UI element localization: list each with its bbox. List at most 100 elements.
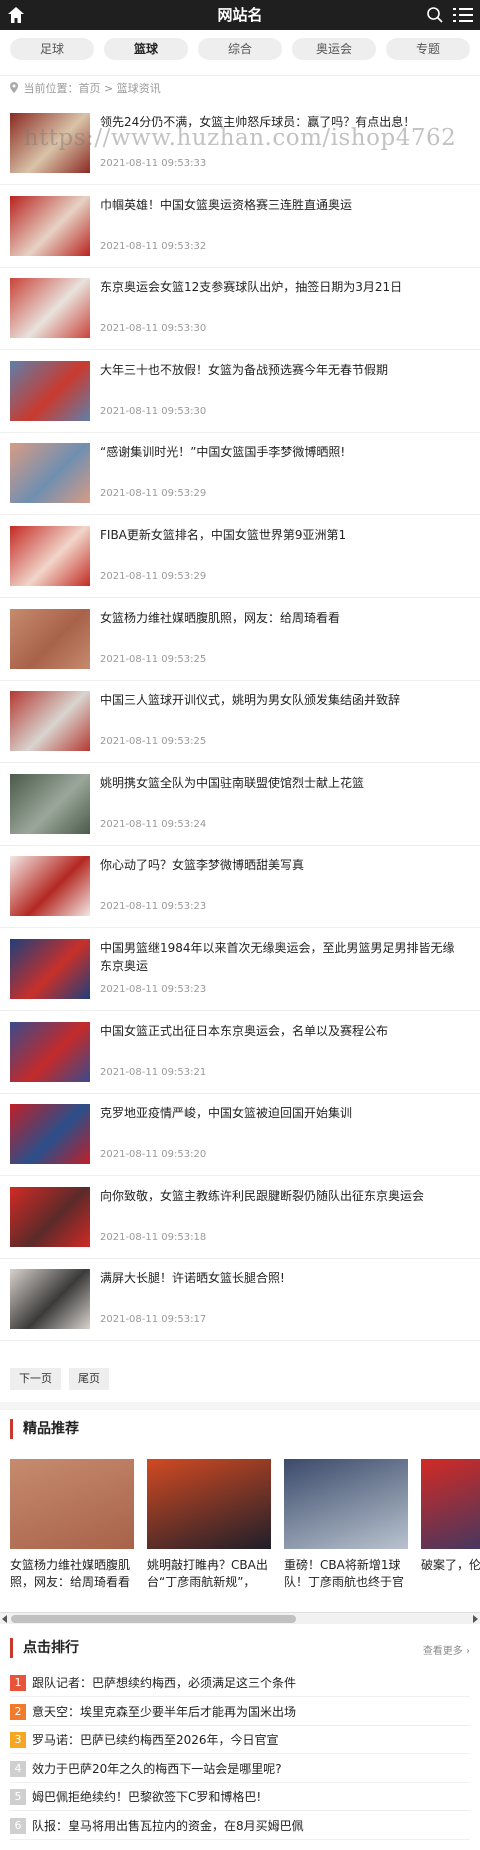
list-item[interactable]: 姚明携女篮全队为中国驻南联盟使馆烈士献上花篮 2021-08-11 09:53:2… <box>0 764 480 846</box>
rank-number: 3 <box>10 1732 26 1748</box>
list-item[interactable]: 领先24分仍不满，女篮主帅怒斥球员：赢了吗？有点出息！ 2021-08-11 09… <box>0 103 480 185</box>
featured-card[interactable]: 破案了，伦、大王 <box>421 1459 480 1591</box>
article-time: 2021-08-11 09:53:23 <box>100 984 207 995</box>
rank-number: 1 <box>10 1675 26 1691</box>
breadcrumb: 当前位置：首页 > 篮球资讯 <box>0 76 480 102</box>
featured-card-image[interactable] <box>421 1459 480 1549</box>
article-time: 2021-08-11 09:53:24 <box>100 818 207 830</box>
article-thumbnail[interactable] <box>10 278 90 339</box>
featured-carousel: 女篮杨力维社媒晒腹肌照，网友：给周琦看看 姚明敲打睢冉？CBA出台“丁彦雨航新规”… <box>0 1459 480 1611</box>
article-thumbnail[interactable] <box>10 443 90 504</box>
ranking-item[interactable]: 3 罗马诺：巴萨已续约梅西至2026年，今日官宣 <box>10 1726 470 1754</box>
featured-card[interactable]: 女篮杨力维社媒晒腹肌照，网友：给周琦看看 <box>10 1459 134 1591</box>
article-title[interactable]: 大年三十也不放假！女篮为备战预选赛今年无春节假期 <box>100 361 466 379</box>
article-thumbnail[interactable] <box>10 526 90 586</box>
list-item[interactable]: 中国三人篮球开训仪式，姚明为男女队颁发集结函并致辞 2021-08-11 09:5… <box>0 681 480 764</box>
article-title[interactable]: FIBA更新女篮排名，中国女篮世界第9亚洲第1 <box>100 526 466 544</box>
list-item[interactable]: 满屏大长腿！许诺晒女篮长腿合照! 2021-08-11 09:53:17 <box>0 1259 480 1342</box>
section-divider <box>0 1402 480 1410</box>
article-title[interactable]: 中国女篮正式出征日本东京奥运会，名单以及赛程公布 <box>100 1022 466 1040</box>
article-title[interactable]: 中国三人篮球开训仪式，姚明为男女队颁发集结函并致辞 <box>100 691 466 709</box>
rank-title[interactable]: 罗马诺：巴萨已续约梅西至2026年，今日官宣 <box>32 1733 279 1747</box>
list-item[interactable]: 克罗地亚疫情严峻，中国女篮被迫回国开始集训 2021-08-11 09:53:20 <box>0 1094 480 1177</box>
last-page-button[interactable]: 尾页 <box>69 1368 109 1390</box>
category-nav: 足球 篮球 综合 奥运会 专题 <box>0 30 480 76</box>
breadcrumb-prefix: 当前位置： <box>23 82 79 95</box>
tab-basketball[interactable]: 篮球 <box>104 38 188 60</box>
article-title[interactable]: 东京奥运会女篮12支参赛球队出炉，抽签日期为3月21日 <box>100 278 466 296</box>
rank-title[interactable]: 效力于巴萨20年之久的梅西下一站会是哪里呢? <box>32 1762 282 1776</box>
article-title[interactable]: 姚明携女篮全队为中国驻南联盟使馆烈士献上花篮 <box>100 774 466 792</box>
list-item[interactable]: 巾帼英雄！中国女篮奥运资格赛三连胜直通奥运 2021-08-11 09:53:32 <box>0 186 480 268</box>
article-thumbnail[interactable] <box>10 113 90 173</box>
featured-card[interactable]: 重磅！CBA将新增1球队！丁彦雨航也终于官 <box>284 1459 408 1591</box>
list-item[interactable]: 东京奥运会女篮12支参赛球队出炉，抽签日期为3月21日 2021-08-11 09… <box>0 268 480 351</box>
article-time: 2021-08-11 09:53:32 <box>100 240 207 252</box>
rank-title[interactable]: 跟队记者：巴萨想续约梅西，必须满足这三个条件 <box>32 1676 296 1690</box>
tab-topics[interactable]: 专题 <box>386 38 470 60</box>
article-thumbnail[interactable] <box>10 1021 90 1082</box>
article-title[interactable]: 女篮杨力维社媒晒腹肌照，网友：给周琦看看 <box>100 609 466 627</box>
rank-title[interactable]: 姆巴佩拒绝续约！巴黎欲签下C罗和博格巴! <box>32 1790 261 1804</box>
featured-card-title[interactable]: 女篮杨力维社媒晒腹肌照，网友：给周琦看看 <box>10 1557 134 1591</box>
ranking-item[interactable]: 5 姆巴佩拒绝续约！巴黎欲签下C罗和博格巴! <box>10 1783 470 1811</box>
tab-football[interactable]: 足球 <box>10 38 94 60</box>
article-thumbnail[interactable] <box>10 773 90 834</box>
ranking-heading: 点击排行 <box>10 1638 79 1658</box>
list-item[interactable]: 大年三十也不放假！女篮为备战预选赛今年无春节假期 2021-08-11 09:53… <box>0 351 480 433</box>
featured-card-image[interactable] <box>284 1459 408 1549</box>
list-item[interactable]: FIBA更新女篮排名，中国女篮世界第9亚洲第1 2021-08-11 09:53:… <box>0 516 480 598</box>
ranking-item[interactable]: 1 跟队记者：巴萨想续约梅西，必须满足这三个条件 <box>10 1669 470 1697</box>
article-thumbnail[interactable] <box>10 1186 90 1247</box>
list-item[interactable]: “感谢集训时光！”中国女篮国手李梦微博晒照! 2021-08-11 09:53:2… <box>0 433 480 516</box>
list-item[interactable]: 中国男篮继1984年以来首次无缘奥运会，至此男篮男足男排皆无缘东京奥运 2021-… <box>0 929 480 1011</box>
featured-card[interactable]: 姚明敲打睢冉？CBA出台“丁彦雨航新规”， <box>147 1459 271 1591</box>
rank-title[interactable]: 队报：皇马将用出售瓦拉内的资金，在8月买姆巴佩 <box>32 1819 304 1833</box>
list-item[interactable]: 你心动了吗？女篮李梦微博晒甜美写真 2021-08-11 09:53:23 <box>0 846 480 929</box>
menu-icon[interactable] <box>452 5 474 25</box>
list-item[interactable]: 中国女篮正式出征日本东京奥运会，名单以及赛程公布 2021-08-11 09:53… <box>0 1012 480 1094</box>
article-title[interactable]: 向你致敬，女篮主教练许利民跟腱断裂仍随队出征东京奥运会 <box>100 1187 466 1205</box>
scroll-left-arrow-icon[interactable] <box>2 1615 7 1623</box>
article-thumbnail[interactable] <box>10 1104 90 1165</box>
view-more-link[interactable]: 查看更多 › <box>423 1642 470 1657</box>
article-thumbnail[interactable] <box>10 360 90 421</box>
article-thumbnail[interactable] <box>10 608 90 669</box>
list-item[interactable]: 向你致敬，女篮主教练许利民跟腱断裂仍随队出征东京奥运会 2021-08-11 09… <box>0 1177 480 1259</box>
scroll-right-arrow-icon[interactable] <box>473 1615 478 1623</box>
ranking-item[interactable]: 4 效力于巴萨20年之久的梅西下一站会是哪里呢? <box>10 1755 470 1783</box>
article-title[interactable]: 克罗地亚疫情严峻，中国女篮被迫回国开始集训 <box>100 1104 466 1122</box>
article-thumbnail[interactable] <box>10 691 90 752</box>
article-title[interactable]: 领先24分仍不满，女篮主帅怒斥球员：赢了吗？有点出息！ <box>100 113 466 131</box>
article-title[interactable]: 中国男篮继1984年以来首次无缘奥运会，至此男篮男足男排皆无缘东京奥运 <box>100 939 466 975</box>
article-title[interactable]: 巾帼英雄！中国女篮奥运资格赛三连胜直通奥运 <box>100 196 466 214</box>
scrollbar-thumb[interactable] <box>11 1615 296 1623</box>
featured-heading: 精品推荐 <box>10 1419 79 1439</box>
article-title[interactable]: 你心动了吗？女篮李梦微博晒甜美写真 <box>100 856 466 874</box>
list-item[interactable]: 女篮杨力维社媒晒腹肌照，网友：给周琦看看 2021-08-11 09:53:25 <box>0 599 480 681</box>
featured-card-title[interactable]: 破案了，伦、大王 <box>421 1557 480 1591</box>
location-pin-icon <box>10 77 18 93</box>
article-title[interactable]: “感谢集训时光！”中国女篮国手李梦微博晒照! <box>100 443 466 461</box>
ranking-item[interactable]: 6 队报：皇马将用出售瓦拉内的资金，在8月买姆巴佩 <box>10 1812 470 1840</box>
next-page-button[interactable]: 下一页 <box>10 1368 61 1390</box>
featured-card-image[interactable] <box>147 1459 271 1549</box>
featured-card-image[interactable] <box>10 1459 134 1549</box>
tab-olympics[interactable]: 奥运会 <box>292 38 376 60</box>
featured-card-title[interactable]: 重磅！CBA将新增1球队！丁彦雨航也终于官 <box>284 1557 408 1591</box>
featured-card-title[interactable]: 姚明敲打睢冉？CBA出台“丁彦雨航新规”， <box>147 1557 271 1591</box>
rank-number: 5 <box>10 1789 26 1805</box>
horizontal-scrollbar[interactable] <box>0 1612 480 1624</box>
search-icon[interactable] <box>426 6 444 24</box>
article-thumbnail[interactable] <box>10 1269 90 1330</box>
article-thumbnail[interactable] <box>10 195 90 256</box>
ranking-item[interactable]: 2 意天空：埃里克森至少要半年后才能再为国米出场 <box>10 1698 470 1726</box>
rank-title[interactable]: 意天空：埃里克森至少要半年后才能再为国米出场 <box>32 1705 296 1719</box>
breadcrumb-home[interactable]: 首页 <box>79 82 101 95</box>
tab-general[interactable]: 综合 <box>198 38 282 60</box>
article-thumbnail[interactable] <box>10 939 90 999</box>
article-thumbnail[interactable] <box>10 856 90 917</box>
breadcrumb-current[interactable]: 篮球资讯 <box>117 82 161 95</box>
article-time: 2021-08-11 09:53:30 <box>100 405 207 417</box>
article-title[interactable]: 满屏大长腿！许诺晒女篮长腿合照! <box>100 1269 466 1287</box>
